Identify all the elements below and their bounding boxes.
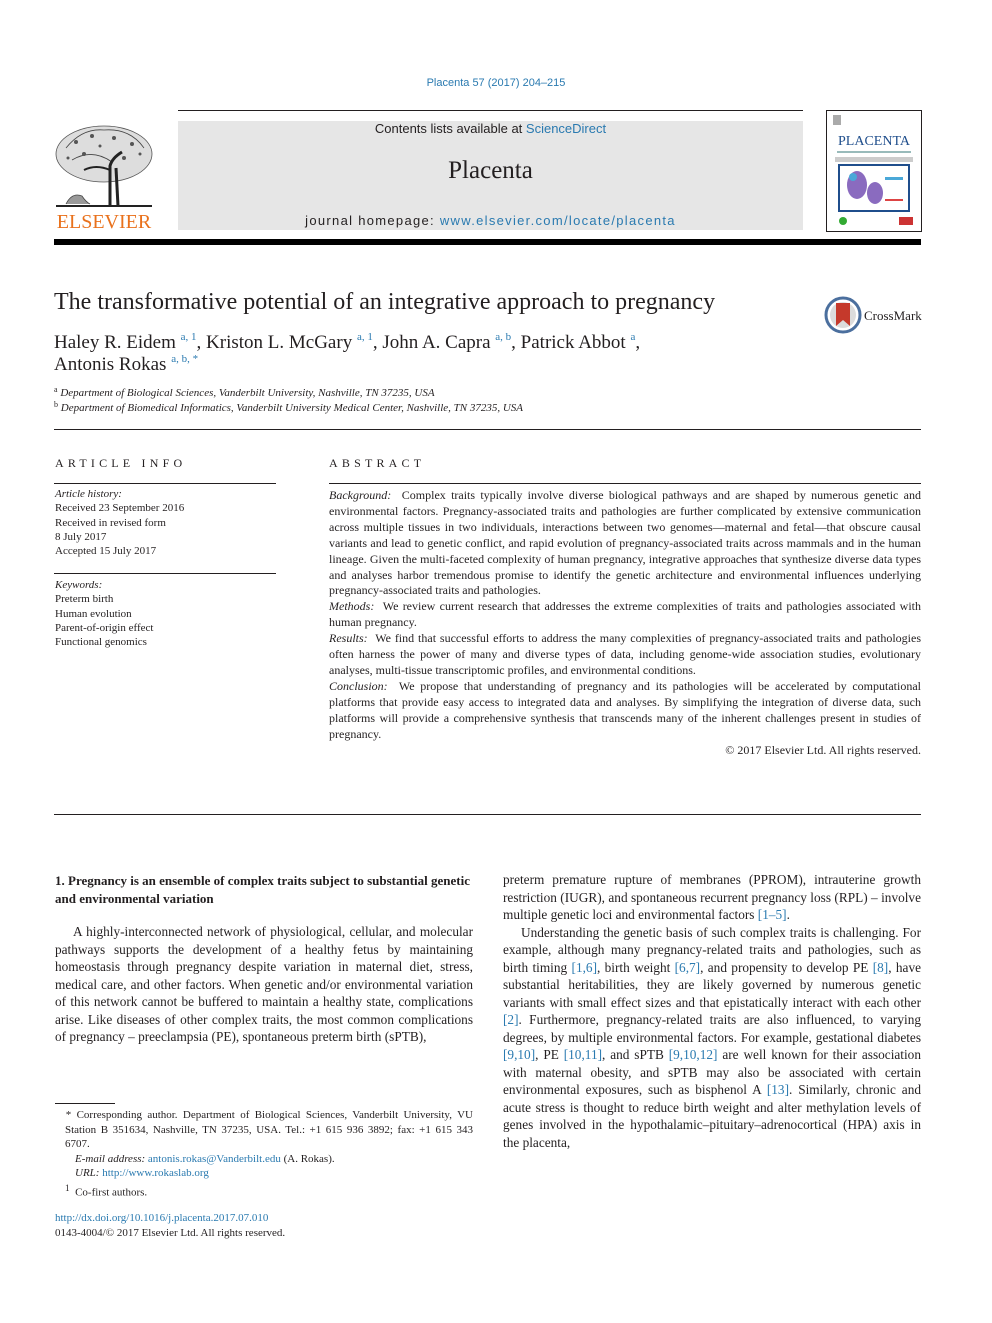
abstract-body: Background: Complex traits typically inv… <box>329 488 921 758</box>
homepage-line: journal homepage: www.elsevier.com/locat… <box>178 213 803 228</box>
keywords: Keywords: Preterm birth Human evolution … <box>55 578 153 649</box>
journal-name: Placenta <box>448 157 533 184</box>
corresponding-author-note: * Corresponding author. Department of Bi… <box>65 1109 473 1150</box>
abstract-methods: Methods: We review current research that… <box>329 599 921 630</box>
abstract-copyright: © 2017 Elsevier Ltd. All rights reserved… <box>725 742 921 757</box>
author[interactable]: Haley R. Eidem a, 1 <box>54 331 197 354</box>
citation-ref[interactable]: [9,10] <box>503 1047 535 1062</box>
affiliation: b Department of Biomedical Informatics, … <box>54 400 523 415</box>
email-link[interactable]: antonis.rokas@Vanderbilt.edu <box>148 1153 281 1165</box>
citation-ref[interactable]: [1,6] <box>572 960 597 975</box>
history-item: Received 23 September 2016 <box>55 502 185 515</box>
sciencedirect-link[interactable]: ScienceDirect <box>526 121 606 136</box>
crossmark-label: CrossMark <box>864 308 922 323</box>
article-info-rule <box>54 573 276 574</box>
history-item: 8 July 2017 <box>55 530 107 543</box>
abstract-rule <box>329 483 921 484</box>
author[interactable]: Patrick Abbot a <box>521 332 636 354</box>
body-text: . Furthermore, pregnancy-related traits … <box>503 1012 921 1045</box>
journal-cover-image[interactable]: PLACENTA <box>826 110 922 232</box>
lab-url-link[interactable]: http://www.rokaslab.org <box>102 1167 209 1179</box>
abstract-bottom-rule <box>54 814 921 815</box>
citation-ref[interactable]: [10,11] <box>564 1047 602 1062</box>
body-text: , PE <box>535 1047 564 1062</box>
affiliations: a Department of Biological Sciences, Van… <box>54 386 523 416</box>
article-title: The transformative potential of an integ… <box>54 289 716 315</box>
abstract-background: Background: Complex traits typically inv… <box>329 488 921 598</box>
citation-ref[interactable]: [8] <box>873 960 889 975</box>
contents-prefix: Contents lists available at <box>374 121 526 136</box>
article-info-rule <box>54 483 276 484</box>
citation-ref[interactable]: [9,10,12] <box>669 1047 718 1062</box>
citation-ref[interactable]: [2] <box>503 1012 519 1027</box>
body-column-right: preterm premature rupture of membranes (… <box>503 871 921 1151</box>
journal-masthead: Contents lists available at ScienceDirec… <box>178 121 803 230</box>
email-note: E-mail address: antonis.rokas@Vanderbilt… <box>75 1152 335 1165</box>
body-text: , and sPTB <box>602 1047 669 1062</box>
author-list: Haley R. Eidem a, 1, Kriston L. McGary a… <box>54 331 641 376</box>
body-column-left: A highly-interconnected network of physi… <box>55 923 473 1046</box>
section-divider <box>54 429 921 430</box>
footnotes: * Corresponding author. Department of Bi… <box>55 1108 473 1200</box>
abstract-results: Results: We find that successful efforts… <box>329 631 921 677</box>
cover-title: PLACENTA <box>838 134 911 149</box>
keywords-label: Keywords: <box>55 579 103 591</box>
history-label: Article history: <box>55 488 122 500</box>
keyword: Preterm birth <box>55 593 114 606</box>
keyword: Functional genomics <box>55 636 147 649</box>
author[interactable]: Antonis Rokas a, b, * <box>54 353 198 376</box>
header-thick-rule <box>54 239 921 245</box>
keyword: Human evolution <box>55 607 132 620</box>
citation-ref[interactable]: [1–5] <box>758 907 787 922</box>
doi-block: http://dx.doi.org/10.1016/j.placenta.201… <box>55 1211 285 1240</box>
affiliation: a Department of Biological Sciences, Van… <box>54 385 435 400</box>
abstract-conclusion: Conclusion: We propose that understandin… <box>329 678 921 741</box>
author-affiliation-sup[interactable]: a, b <box>495 331 511 343</box>
article-history: Article history: Received 23 September 2… <box>55 487 184 558</box>
abstract-heading: ABSTRACT <box>329 456 426 470</box>
section-heading: 1. Pregnancy is an ensemble of complex t… <box>55 873 471 906</box>
history-item: Received in revised form <box>55 516 166 529</box>
body-paragraph: A highly-interconnected network of physi… <box>55 924 473 1044</box>
author-affiliation-sup[interactable]: a, 1 <box>181 331 197 343</box>
crossmark-icon <box>824 296 862 334</box>
elsevier-wordmark: ELSEVIER <box>56 211 152 233</box>
body-paragraph: Understanding the genetic basis of such … <box>503 924 921 1152</box>
body-text: , birth weight <box>597 959 675 975</box>
article-info-heading: ARTICLE INFO <box>55 456 187 470</box>
cofirst-note: 1 Co-first authors. <box>65 1182 148 1199</box>
homepage-prefix: journal homepage: <box>305 213 440 228</box>
history-item: Accepted 15 July 2017 <box>55 545 157 558</box>
crossmark-button[interactable]: CrossMark <box>824 296 924 334</box>
citation-ref[interactable]: [6,7] <box>675 960 700 975</box>
keyword: Parent-of-origin effect <box>55 621 154 634</box>
journal-homepage-link[interactable]: www.elsevier.com/locate/placenta <box>440 213 676 228</box>
issn-line: 0143-4004/© 2017 Elsevier Ltd. All right… <box>55 1226 286 1239</box>
author[interactable]: John A. Capra a, b <box>382 331 511 354</box>
body-text: , and propensity to develop PE <box>700 959 873 975</box>
body-paragraph: preterm premature rupture of membranes (… <box>503 872 921 922</box>
journal-citation-link[interactable]: Placenta 57 (2017) 204–215 <box>0 77 992 89</box>
author[interactable]: Kriston L. McGary a, 1 <box>206 331 373 354</box>
author-affiliation-sup[interactable]: a, b, * <box>171 353 198 365</box>
author-affiliation-sup[interactable]: a, 1 <box>357 331 373 343</box>
header-rule <box>178 110 803 111</box>
doi-link[interactable]: http://dx.doi.org/10.1016/j.placenta.201… <box>55 1212 268 1224</box>
contents-line: Contents lists available at ScienceDirec… <box>178 121 803 136</box>
url-note: URL: http://www.rokaslab.org <box>75 1167 209 1179</box>
citation-ref[interactable]: [13] <box>767 1082 789 1097</box>
footnote-rule <box>55 1103 115 1104</box>
